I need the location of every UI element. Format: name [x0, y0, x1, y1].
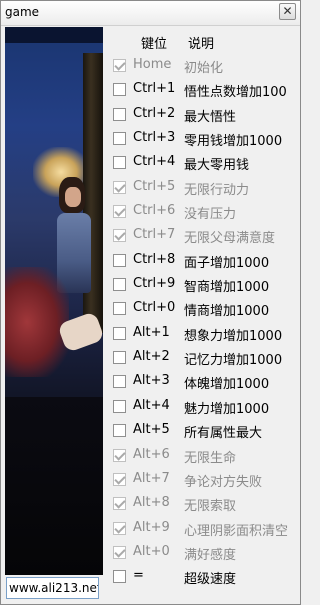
hotkey-row[interactable]: Ctrl+4 最大零用钱 — [104, 151, 298, 175]
hotkey-description: 争论对方失败 — [184, 474, 263, 490]
hotkey-key: Alt+4 — [133, 397, 170, 413]
hotkey-key: Alt+2 — [133, 349, 170, 365]
hotkey-key: Alt+7 — [133, 470, 170, 486]
hotkey-row[interactable]: Ctrl+3 零用钱增加1000 — [104, 127, 298, 151]
title-bar[interactable]: game ✕ — [1, 1, 300, 26]
hotkey-row[interactable]: Alt+3 体魄增加1000 — [104, 370, 298, 394]
hotkey-row[interactable]: Ctrl+9 智商增加1000 — [104, 273, 298, 297]
hotkey-description: 最大悟性 — [184, 109, 237, 125]
hotkey-row[interactable]: Ctrl+0 情商增加1000 — [104, 297, 298, 321]
hotkey-row[interactable]: Alt+1 想象力增加1000 — [104, 322, 298, 346]
hotkey-checkbox[interactable] — [113, 351, 126, 365]
hotkey-row[interactable]: Ctrl+5 无限行动力 — [104, 176, 298, 200]
header-description: 说明 — [188, 37, 215, 52]
hotkey-row[interactable]: Ctrl+6 没有压力 — [104, 200, 298, 224]
website-link-field[interactable]: www.ali213.net — [6, 577, 99, 599]
hotkey-checkbox[interactable] — [113, 229, 126, 243]
hotkey-key: Ctrl+7 — [133, 227, 176, 243]
hotkey-checkbox[interactable] — [113, 448, 126, 462]
game-cover-image — [5, 27, 103, 575]
hotkey-row[interactable]: Alt+9 心理阴影面积清空 — [104, 517, 298, 541]
hotkey-description: 无限生命 — [184, 450, 237, 466]
hotkey-checkbox[interactable] — [113, 107, 126, 121]
hotkey-row[interactable]: Home 初始化 — [104, 54, 298, 78]
hotkey-row[interactable]: Alt+6 无限生命 — [104, 444, 298, 468]
hotkey-key: Ctrl+2 — [133, 105, 176, 121]
close-icon: ✕ — [282, 4, 293, 18]
hotkey-description: 面子增加1000 — [184, 255, 270, 271]
hotkey-row[interactable]: Ctrl+1 悟性点数增加100 — [104, 78, 298, 102]
hotkey-checkbox[interactable] — [113, 156, 126, 170]
hotkey-description: 情商增加1000 — [184, 304, 270, 320]
hotkey-description: 最大零用钱 — [184, 158, 250, 174]
hotkey-row[interactable]: Alt+4 魅力增加1000 — [104, 395, 298, 419]
hotkey-row[interactable]: = 超级速度 — [104, 565, 298, 589]
hotkey-description: 满好感度 — [184, 547, 237, 563]
hotkey-row[interactable]: Alt+5 所有属性最大 — [104, 419, 298, 443]
hotkey-key: Ctrl+8 — [133, 251, 176, 267]
hotkey-key: Ctrl+1 — [133, 81, 176, 97]
hotkey-checkbox[interactable] — [113, 375, 126, 389]
hotkey-key: Ctrl+5 — [133, 178, 176, 194]
hotkey-description: 体魄增加1000 — [184, 377, 270, 393]
hotkey-row[interactable]: Ctrl+2 最大悟性 — [104, 103, 298, 127]
hotkey-description: 零用钱增加1000 — [184, 134, 283, 150]
header-key: 键位 — [141, 37, 168, 52]
hotkey-key: Ctrl+3 — [133, 130, 176, 146]
hotkey-checkbox[interactable] — [113, 521, 126, 535]
hotkey-key: = — [133, 568, 144, 584]
hotkey-checkbox[interactable] — [113, 399, 126, 413]
hotkey-key: Ctrl+4 — [133, 154, 176, 170]
hotkey-checkbox[interactable] — [113, 326, 126, 340]
hotkey-key: Alt+6 — [133, 446, 170, 462]
hotkey-checkbox[interactable] — [113, 205, 126, 219]
hotkey-description: 无限行动力 — [184, 182, 250, 198]
hotkey-description: 智商增加1000 — [184, 280, 270, 296]
hotkey-description: 心理阴影面积清空 — [184, 523, 289, 539]
hotkey-description: 超级速度 — [184, 572, 237, 588]
hotkey-key: Alt+0 — [133, 543, 170, 559]
hotkey-checkbox[interactable] — [113, 497, 126, 511]
hotkey-description: 无限索取 — [184, 499, 237, 515]
hotkey-checkbox[interactable] — [113, 180, 126, 194]
hotkey-description: 魅力增加1000 — [184, 401, 270, 417]
trainer-window: game ✕ www.ali213.net 键位 说明 Home 初始化 Ctrl+… — [0, 0, 301, 605]
hotkey-row[interactable]: Alt+2 记忆力增加1000 — [104, 346, 298, 370]
hotkey-row[interactable]: Ctrl+7 无限父母满意度 — [104, 224, 298, 248]
hotkey-row[interactable]: Alt+8 无限索取 — [104, 492, 298, 516]
hotkey-key: Alt+3 — [133, 373, 170, 389]
hotkey-row[interactable]: Alt+0 满好感度 — [104, 541, 298, 565]
hotkey-description: 悟性点数增加100 — [184, 85, 287, 101]
hotkey-checkbox[interactable] — [113, 472, 126, 486]
hotkey-description: 想象力增加1000 — [184, 328, 283, 344]
hotkey-checkbox[interactable] — [113, 253, 126, 267]
hotkey-checkbox[interactable] — [113, 424, 126, 438]
hotkey-row[interactable]: Alt+7 争论对方失败 — [104, 468, 298, 492]
hotkey-description: 记忆力增加1000 — [184, 353, 283, 369]
close-button[interactable]: ✕ — [279, 3, 296, 20]
hotkey-key: Ctrl+6 — [133, 203, 176, 219]
hotkey-description: 没有压力 — [184, 207, 237, 223]
hotkey-key: Alt+9 — [133, 519, 170, 535]
hotkey-key: Alt+8 — [133, 495, 170, 511]
hotkey-description: 初始化 — [184, 61, 224, 76]
hotkey-key: Home — [133, 57, 172, 72]
hotkey-description: 无限父母满意度 — [184, 231, 276, 247]
hotkey-description: 所有属性最大 — [184, 426, 263, 442]
hotkey-key: Alt+1 — [133, 324, 170, 340]
hotkey-key: Ctrl+9 — [133, 276, 176, 292]
hotkey-list: Home 初始化 Ctrl+1 悟性点数增加100 Ctrl+2 最大悟性 Ctrl+3 零用… — [104, 54, 298, 590]
hotkey-checkbox[interactable] — [113, 83, 126, 97]
hotkey-panel: 键位 说明 Home 初始化 Ctrl+1 悟性点数增加100 Ctrl+2 最大悟性 Ct… — [104, 27, 298, 603]
window-title: game — [5, 5, 40, 19]
hotkey-checkbox[interactable] — [113, 59, 126, 72]
hotkey-key: Alt+5 — [133, 422, 170, 438]
hotkey-checkbox[interactable] — [113, 132, 126, 146]
hotkey-row[interactable]: Ctrl+8 面子增加1000 — [104, 249, 298, 273]
hotkey-checkbox[interactable] — [113, 302, 126, 316]
hotkey-checkbox[interactable] — [113, 570, 126, 584]
hotkey-checkbox[interactable] — [113, 545, 126, 559]
hotkey-key: Ctrl+0 — [133, 300, 176, 316]
hotkey-checkbox[interactable] — [113, 278, 126, 292]
